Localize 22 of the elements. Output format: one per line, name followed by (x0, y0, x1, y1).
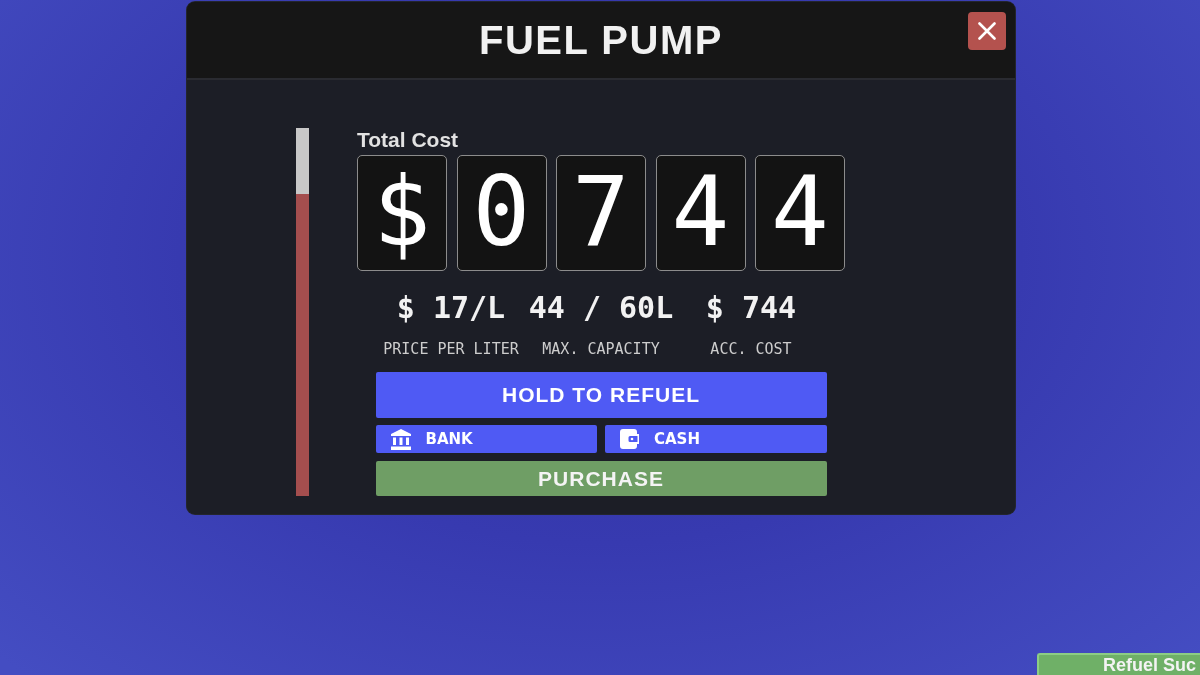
stat-value: 44 / 60L (528, 291, 674, 325)
digit-display: 4 (655, 155, 746, 271)
cash-button[interactable]: CASH (605, 425, 827, 453)
stat-label: PRICE PER LITER (383, 339, 519, 359)
close-button[interactable] (968, 12, 1006, 50)
toast-notification: Refuel Suc (1037, 653, 1200, 675)
stat-value: $ 17/L (396, 291, 506, 325)
close-icon (978, 22, 996, 40)
purchase-button[interactable]: PURCHASE (375, 461, 827, 496)
digit-display: 7 (556, 155, 646, 271)
wallet-icon (620, 429, 639, 449)
digit-display: 4 (755, 155, 845, 271)
refuel-button[interactable]: HOLD TO REFUEL (375, 372, 827, 418)
window-title: FUEL PUMP (479, 17, 723, 64)
digit-display: $ (357, 155, 447, 271)
bank-button[interactable]: BANK (375, 425, 597, 453)
total-cost-label: Total Cost (357, 128, 460, 152)
bank-icon (390, 428, 411, 450)
stat-value: $ 744 (705, 291, 797, 325)
stat-label: ACC. COST (710, 339, 792, 359)
digit-display: 0 (456, 155, 547, 271)
stat-label: MAX. CAPACITY (542, 339, 660, 359)
